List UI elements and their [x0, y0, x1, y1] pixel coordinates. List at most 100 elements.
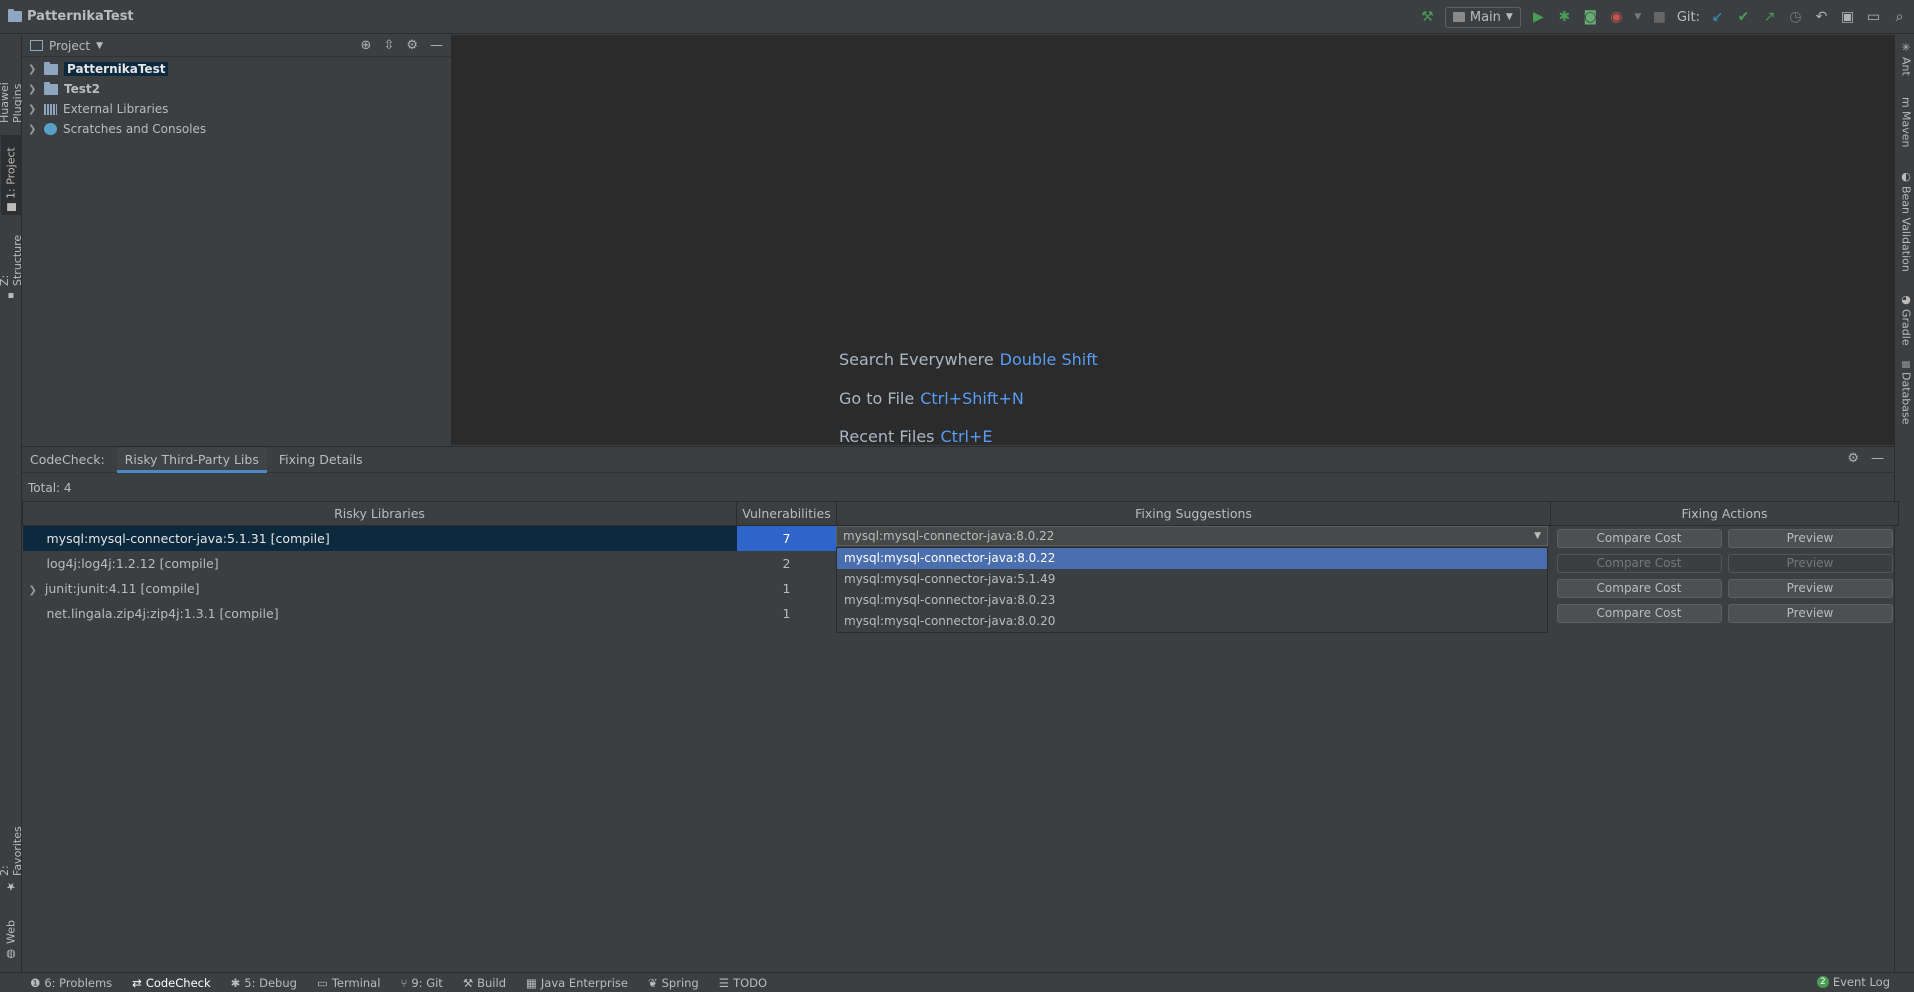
actions-cell: Compare Cost Preview — [1556, 578, 1893, 598]
tool-button-label: 5: Debug — [244, 975, 297, 990]
tool-button-spring[interactable]: ❦ Spring — [648, 976, 699, 990]
library-cell[interactable]: net.lingala.zip4j:zip4j:1.3.1 [compile] — [23, 601, 737, 626]
locate-icon[interactable]: ⊕ — [361, 38, 372, 53]
build-hammer-icon[interactable]: ⚒ — [1419, 6, 1436, 28]
tab-fixing-details[interactable]: Fixing Details — [271, 447, 371, 473]
preview-button[interactable]: Preview — [1727, 528, 1893, 548]
presentation-icon[interactable]: ▭ — [1865, 6, 1882, 28]
column-header-vulnerabilities[interactable]: Vulnerabilities — [736, 501, 837, 526]
tool-tab-label: Web — [4, 920, 18, 944]
column-header-risky-libraries[interactable]: Risky Libraries — [22, 501, 737, 526]
chevron-right-icon[interactable]: ❯ — [28, 104, 38, 115]
tool-button-debug[interactable]: ✱ 5: Debug — [231, 976, 297, 990]
git-commit-icon[interactable]: ✔ — [1735, 6, 1752, 28]
tool-tab-huawei-plugins[interactable]: Huawei Plugins — [0, 39, 24, 127]
tool-button-todo[interactable]: ☰ TODO — [719, 976, 767, 990]
chevron-right-icon[interactable]: ❯ — [28, 84, 38, 95]
editor-area[interactable]: Search Everywhere Double Shift Go to File… — [452, 35, 1894, 446]
tool-button-java-enterprise[interactable]: ▦ Java Enterprise — [526, 976, 628, 990]
problems-icon: ❶ — [30, 975, 41, 990]
library-cell[interactable]: mysql:mysql-connector-java:5.1.31 [compi… — [22, 525, 737, 551]
rollback-icon[interactable]: ↶ — [1813, 6, 1830, 28]
debug-icon[interactable]: ✱ — [1556, 6, 1573, 28]
tool-button-label: Terminal — [331, 975, 381, 990]
database-icon: ≣ — [1899, 360, 1913, 370]
profile-icon[interactable]: ◉ — [1608, 6, 1625, 28]
compare-cost-button[interactable]: Compare Cost — [1556, 553, 1722, 573]
tool-tab-project[interactable]: ▆ 1: Project — [1, 135, 21, 215]
table-header-row: Risky Libraries Vulnerabilities Fixing S… — [22, 501, 1899, 526]
compare-cost-button[interactable]: Compare Cost — [1556, 603, 1722, 623]
tree-item-scratches[interactable]: ❯ Scratches and Consoles — [22, 119, 451, 139]
collapse-all-icon[interactable]: ⇳ — [383, 38, 394, 53]
git-push-icon[interactable]: ↗ — [1761, 6, 1778, 28]
run-configuration-select[interactable]: Main ▼ — [1444, 6, 1521, 28]
gear-icon[interactable]: ⚙ — [1847, 451, 1859, 466]
compare-cost-button[interactable]: Compare Cost — [1556, 528, 1722, 548]
dropdown-option[interactable]: mysql:mysql-connector-java:8.0.23 — [837, 590, 1547, 611]
gear-icon[interactable]: ⚙ — [406, 38, 418, 53]
globe-icon: ◍ — [4, 948, 18, 961]
tree-item-test2[interactable]: ❯ Test2 — [22, 79, 451, 99]
codecheck-icon: ⇄ — [132, 975, 142, 990]
codecheck-label: CodeCheck: — [30, 451, 105, 467]
coverage-icon[interactable]: ◙ — [1582, 6, 1599, 28]
search-icon[interactable]: ⌕ — [1891, 6, 1908, 28]
tree-item-patternikatest[interactable]: ❯ PatternikaTest — [22, 59, 451, 79]
fixing-suggestion-combobox[interactable]: mysql:mysql-connector-java:8.0.22 ▼ — [836, 526, 1548, 546]
project-name: PatternikaTest — [27, 9, 134, 24]
dropdown-option[interactable]: mysql:mysql-connector-java:8.0.20 — [837, 611, 1547, 632]
run-icon[interactable]: ▶ — [1530, 6, 1547, 28]
tool-tab-bean-validation[interactable]: ◐ Bean Validation — [1897, 170, 1914, 280]
tool-tab-label: Database — [1899, 372, 1913, 425]
compare-cost-button[interactable]: Compare Cost — [1556, 578, 1722, 598]
tool-tab-gradle[interactable]: ◕ Gradle — [1897, 293, 1914, 349]
minimize-icon[interactable]: — — [1871, 451, 1884, 466]
dropdown-option[interactable]: mysql:mysql-connector-java:8.0.22 — [837, 548, 1547, 569]
vulnerabilities-cell: 1 — [782, 580, 791, 596]
column-header-fixing-suggestions[interactable]: Fixing Suggestions — [836, 501, 1551, 526]
tool-tab-web[interactable]: ◍ Web — [1, 915, 21, 965]
maven-icon: m — [1899, 97, 1913, 108]
chevron-right-icon[interactable]: ❯ — [28, 124, 38, 135]
tool-tab-database[interactable]: ≣ Database — [1897, 360, 1914, 430]
tab-risky-third-party-libs[interactable]: Risky Third-Party Libs — [116, 446, 268, 473]
left-tool-stripe: Huawei Plugins ▆ 1: Project ▪ Z: Structu… — [0, 35, 24, 972]
tree-item-external-libraries[interactable]: ❯ External Libraries — [22, 99, 451, 119]
minimize-icon[interactable]: — — [430, 38, 443, 53]
chevron-right-icon[interactable]: ❯ — [29, 585, 37, 596]
tool-button-label: CodeCheck — [145, 975, 211, 990]
git-update-icon[interactable]: ↙ — [1709, 6, 1726, 28]
hint-go-to-file: Go to File Ctrl+Shift+N — [839, 389, 1024, 408]
tool-button-build[interactable]: ⚒ Build — [463, 976, 506, 990]
tool-button-git[interactable]: ⑂ 9: Git — [400, 976, 442, 990]
column-header-fixing-actions[interactable]: Fixing Actions — [1550, 501, 1899, 526]
event-log-label: Event Log — [1832, 975, 1890, 989]
preview-button[interactable]: Preview — [1727, 553, 1893, 573]
dropdown-option[interactable]: mysql:mysql-connector-java:5.1.49 — [837, 569, 1547, 590]
library-cell[interactable]: log4j:log4j:1.2.12 [compile] — [23, 551, 737, 576]
stop-icon[interactable]: ■ — [1651, 6, 1668, 28]
codecheck-tab-bar: CodeCheck: Risky Third-Party Libs Fixing… — [22, 446, 1894, 473]
tool-button-terminal[interactable]: ▭ Terminal — [317, 976, 380, 990]
history-icon[interactable]: ◷ — [1787, 6, 1804, 28]
vulnerabilities-cell: 1 — [782, 605, 791, 621]
project-view-selector[interactable]: Project ▼ — [30, 39, 103, 53]
library-cell[interactable]: ❯ junit:junit:4.11 [compile] — [23, 576, 737, 601]
preview-button[interactable]: Preview — [1727, 578, 1893, 598]
tool-tab-structure[interactable]: ▪ Z: Structure — [0, 225, 24, 305]
tool-button-codecheck[interactable]: ⇄ CodeCheck — [132, 976, 210, 990]
tool-tab-maven[interactable]: m Maven — [1897, 97, 1914, 157]
tool-button-problems[interactable]: ❶ 6: Problems — [30, 976, 112, 990]
tool-tab-favorites[interactable]: ★ 2: Favorites — [0, 817, 24, 897]
profile-dropdown-icon[interactable]: ▼ — [1634, 6, 1642, 28]
chevron-right-icon[interactable]: ❯ — [28, 64, 38, 75]
tool-tab-ant[interactable]: ✳ Ant — [1897, 41, 1914, 81]
tool-button-label: TODO — [733, 975, 768, 990]
chevron-down-icon[interactable]: ▼ — [1534, 531, 1541, 541]
project-structure-icon[interactable]: ▣ — [1839, 6, 1856, 28]
star-icon: ★ — [4, 880, 18, 893]
event-log-button[interactable]: 2 Event Log — [1816, 975, 1890, 989]
preview-button[interactable]: Preview — [1727, 603, 1893, 623]
bean-icon: ◐ — [1899, 170, 1913, 183]
